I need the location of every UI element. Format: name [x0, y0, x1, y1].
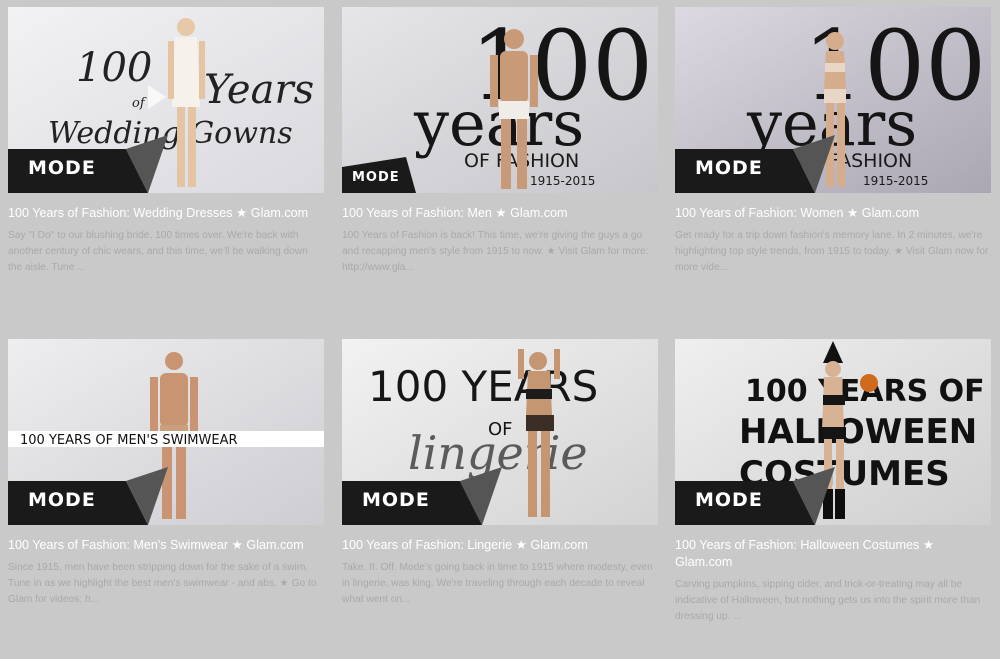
video-grid: 100 Years of Wedding Gowns MODE 100 Year… — [0, 0, 1000, 659]
video-thumbnail[interactable]: 100 YEARS OF HALLOWEEN COSTUMES MODE — [675, 339, 991, 525]
overlay-text: HALLOWEEN — [739, 412, 977, 452]
overlay-text: Years — [204, 67, 314, 113]
video-card[interactable]: 100 years OF FASHION 1915-2015 MODE 100 … — [675, 7, 991, 276]
video-title-link[interactable]: 100 Years of Fashion: Men's Swimwear ★ G… — [8, 537, 324, 554]
mode-logo: MODE — [28, 489, 96, 511]
video-thumbnail[interactable]: 100 YEARS OF lingerie MODE — [342, 339, 658, 525]
overlay-text: 100 YEARS — [368, 362, 598, 411]
overlay-text: 100 YEARS OF MEN'S SWIMWEAR — [20, 433, 238, 448]
video-description: Take. It. Off. Mode's going back in time… — [342, 562, 653, 605]
thumbnail-image: 100 years OF FASHION 1915-2015 — [342, 7, 658, 193]
mode-logo: MODE — [362, 489, 430, 511]
overlay-text: 1915-2015 — [530, 174, 595, 188]
video-card[interactable]: 100 Years of Wedding Gowns MODE 100 Year… — [8, 7, 324, 276]
mode-logo: MODE — [695, 489, 763, 511]
video-thumbnail[interactable]: 100 YEARS OF MEN'S SWIMWEAR MODE — [8, 339, 324, 525]
video-card[interactable]: 100 YEARS OF MEN'S SWIMWEAR MODE 100 Yea… — [8, 339, 324, 608]
video-thumbnail[interactable]: 100 years OF FASHION 1915-2015 MODE — [342, 7, 658, 193]
overlay-text: Wedding Gowns — [48, 116, 293, 151]
video-thumbnail[interactable]: 100 years OF FASHION 1915-2015 MODE — [675, 7, 991, 193]
mode-logo: MODE — [695, 157, 763, 179]
video-title-link[interactable]: 100 Years of Fashion: Lingerie ★ Glam.co… — [342, 537, 658, 554]
mode-logo: MODE — [28, 157, 96, 179]
overlay-text: of — [132, 96, 147, 111]
video-description: 100 Years of Fashion is back! This time,… — [342, 230, 649, 273]
video-card[interactable]: 100 YEARS OF lingerie MODE 100 Years of … — [342, 339, 658, 608]
video-title-link[interactable]: 100 Years of Fashion: Men ★ Glam.com — [342, 205, 658, 222]
mode-logo: MODE — [352, 170, 400, 185]
video-description: Get ready for a trip down fashion's memo… — [675, 230, 989, 273]
overlay-text: 100 — [76, 45, 152, 91]
video-description: Since 1915, men have been stripping down… — [8, 562, 317, 605]
video-description: Say "I Do" to our blushing bride, 100 ti… — [8, 230, 308, 273]
video-title-link[interactable]: 100 Years of Fashion: Wedding Dresses ★ … — [8, 205, 324, 222]
video-card[interactable]: 100 years OF FASHION 1915-2015 MODE 100 … — [342, 7, 658, 276]
overlay-text: 1915-2015 — [863, 174, 928, 188]
video-title-link[interactable]: 100 Years of Fashion: Halloween Costumes… — [675, 537, 991, 571]
video-title-link[interactable]: 100 Years of Fashion: Women ★ Glam.com — [675, 205, 991, 222]
video-description: Carving pumpkins, sipping cider, and tri… — [675, 579, 981, 622]
video-thumbnail[interactable]: 100 Years of Wedding Gowns MODE — [8, 7, 324, 193]
video-card[interactable]: 100 YEARS OF HALLOWEEN COSTUMES MODE 100… — [675, 339, 991, 625]
